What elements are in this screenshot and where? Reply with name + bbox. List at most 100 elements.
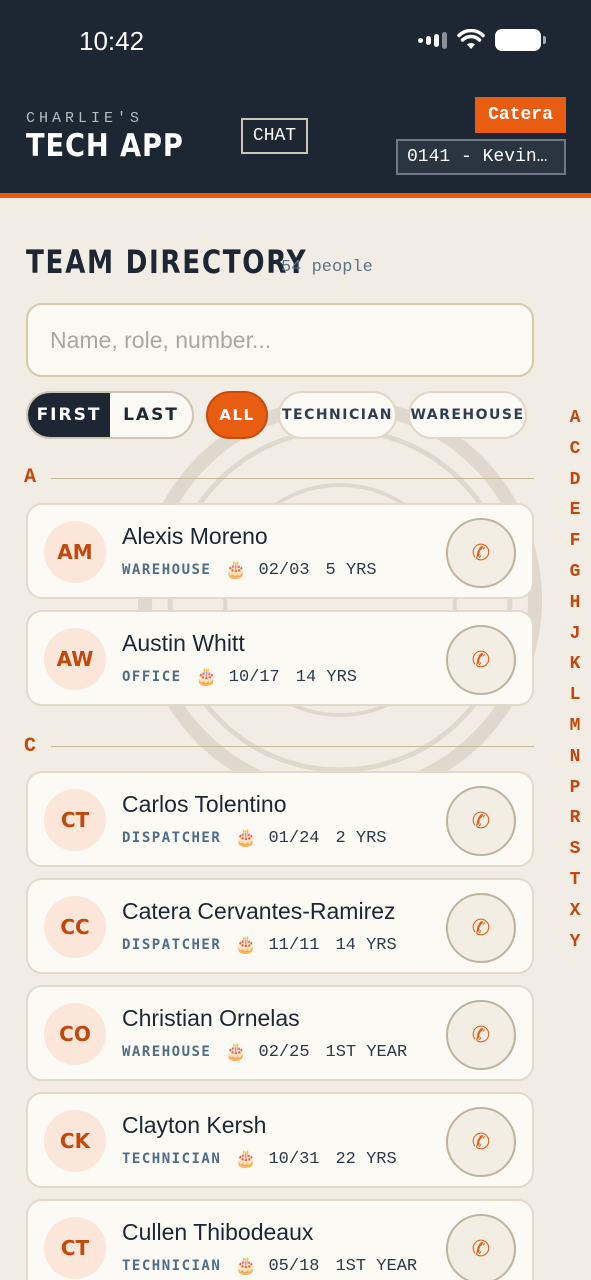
- chat-button[interactable]: CHAT: [241, 118, 308, 154]
- brand-title: TECH APP: [26, 128, 184, 164]
- avatar: CT: [44, 789, 106, 851]
- cellular-signal-icon: [418, 31, 447, 49]
- person-role: WAREHOUSE: [122, 1044, 212, 1060]
- alphabet-index: A C D E F G H J K L M N P R S T X Y: [566, 408, 584, 962]
- index-letter[interactable]: E: [566, 500, 584, 531]
- person-card[interactable]: CT Cullen Thibodeaux TECHNICIAN 🎂 05/18 …: [26, 1199, 534, 1280]
- avatar: AW: [44, 628, 106, 690]
- section-divider: [51, 746, 534, 747]
- page-title: TEAM DIRECTORY: [26, 243, 308, 281]
- brand-subtitle: CHARLIE'S: [26, 110, 144, 127]
- index-letter[interactable]: K: [566, 654, 584, 685]
- sort-first-button[interactable]: FIRST: [28, 393, 110, 437]
- index-letter[interactable]: Y: [566, 932, 584, 963]
- index-letter[interactable]: H: [566, 593, 584, 624]
- person-name: Austin Whitt: [122, 630, 245, 656]
- phone-icon[interactable]: ✆: [446, 1107, 516, 1177]
- person-name: Cullen Thibodeaux: [122, 1219, 314, 1245]
- index-letter[interactable]: L: [566, 685, 584, 716]
- person-birthday: 10/17: [228, 667, 280, 687]
- search-input[interactable]: [26, 303, 534, 377]
- person-birthday: 02/03: [258, 560, 310, 580]
- person-meta: OFFICE 🎂 10/17 14 YRS: [122, 667, 357, 687]
- person-role: OFFICE: [122, 669, 182, 685]
- person-tenure: 5 YRS: [325, 560, 377, 580]
- battery-icon: [495, 29, 546, 51]
- filter-technician-chip[interactable]: TECHNICIAN: [278, 391, 397, 439]
- person-card[interactable]: AW Austin Whitt OFFICE 🎂 10/17 14 YRS ✆: [26, 610, 534, 706]
- person-meta: TECHNICIAN 🎂 05/18 1ST YEAR: [122, 1256, 417, 1276]
- phone-icon[interactable]: ✆: [446, 893, 516, 963]
- person-meta: WAREHOUSE 🎂 02/03 5 YRS: [122, 560, 377, 580]
- store-selector[interactable]: 0141 - Kevin…: [396, 139, 566, 175]
- filter-warehouse-chip[interactable]: WAREHOUSE: [408, 391, 527, 439]
- avatar: AM: [44, 521, 106, 583]
- phone-icon[interactable]: ✆: [446, 625, 516, 695]
- sort-toggle: FIRST LAST: [26, 391, 194, 439]
- person-birthday: 10/31: [268, 1149, 320, 1169]
- person-birthday: 05/18: [268, 1256, 320, 1276]
- person-tenure: 14 YRS: [295, 667, 357, 687]
- avatar: CT: [44, 1217, 106, 1279]
- person-name: Carlos Tolentino: [122, 791, 287, 817]
- authentic-stamp-watermark: [138, 398, 542, 802]
- index-letter[interactable]: X: [566, 901, 584, 932]
- cake-icon: 🎂: [225, 1042, 247, 1061]
- index-letter[interactable]: N: [566, 747, 584, 778]
- phone-icon[interactable]: ✆: [446, 1000, 516, 1070]
- phone-icon[interactable]: ✆: [446, 1214, 516, 1280]
- cake-icon: 🎂: [235, 1149, 257, 1168]
- person-tenure: 14 YRS: [335, 935, 397, 955]
- filter-all-chip[interactable]: ALL: [206, 391, 268, 439]
- index-letter[interactable]: F: [566, 531, 584, 562]
- person-birthday: 11/11: [268, 935, 320, 955]
- index-letter[interactable]: C: [566, 439, 584, 470]
- status-time: 10:42: [79, 26, 145, 56]
- index-letter[interactable]: D: [566, 470, 584, 501]
- person-card[interactable]: AM Alexis Moreno WAREHOUSE 🎂 02/03 5 YRS…: [26, 503, 534, 599]
- phone-icon[interactable]: ✆: [446, 518, 516, 588]
- person-name: Catera Cervantes-Ramirez: [122, 898, 396, 924]
- index-letter[interactable]: M: [566, 716, 584, 747]
- header-accent-line: [0, 193, 591, 198]
- person-role: WAREHOUSE: [122, 562, 212, 578]
- index-letter[interactable]: R: [566, 808, 584, 839]
- index-letter[interactable]: G: [566, 562, 584, 593]
- cake-icon: 🎂: [225, 560, 247, 579]
- person-meta: WAREHOUSE 🎂 02/25 1ST YEAR: [122, 1042, 407, 1062]
- person-tenure: 22 YRS: [335, 1149, 397, 1169]
- status-icons: [418, 28, 546, 52]
- app-header: 10:42 CHARLIE'S TECH APP CHAT Catera 014…: [0, 0, 591, 193]
- cake-icon: 🎂: [235, 1256, 257, 1275]
- person-role: TECHNICIAN: [122, 1151, 222, 1167]
- people-count: 54 people: [281, 258, 373, 277]
- person-meta: DISPATCHER 🎂 01/24 2 YRS: [122, 828, 387, 848]
- phone-icon[interactable]: ✆: [446, 786, 516, 856]
- avatar: CC: [44, 896, 106, 958]
- person-card[interactable]: CC Catera Cervantes-Ramirez DISPATCHER 🎂…: [26, 878, 534, 974]
- person-role: DISPATCHER: [122, 937, 222, 953]
- avatar: CO: [44, 1003, 106, 1065]
- section-header-c: C: [24, 735, 37, 758]
- person-tenure: 1ST YEAR: [335, 1256, 418, 1276]
- section-header-a: A: [24, 466, 37, 489]
- cake-icon: 🎂: [235, 935, 257, 954]
- sort-last-button[interactable]: LAST: [110, 393, 192, 437]
- index-letter[interactable]: A: [566, 408, 584, 439]
- user-button[interactable]: Catera: [475, 97, 566, 133]
- cake-icon: 🎂: [235, 828, 257, 847]
- person-card[interactable]: CO Christian Ornelas WAREHOUSE 🎂 02/25 1…: [26, 985, 534, 1081]
- person-card[interactable]: CT Carlos Tolentino DISPATCHER 🎂 01/24 2…: [26, 771, 534, 867]
- person-name: Clayton Kersh: [122, 1112, 267, 1138]
- section-divider: [51, 478, 534, 479]
- person-tenure: 1ST YEAR: [325, 1042, 408, 1062]
- index-letter[interactable]: P: [566, 778, 584, 809]
- person-card[interactable]: CK Clayton Kersh TECHNICIAN 🎂 10/31 22 Y…: [26, 1092, 534, 1188]
- index-letter[interactable]: T: [566, 870, 584, 901]
- person-name: Alexis Moreno: [122, 523, 268, 549]
- index-letter[interactable]: S: [566, 839, 584, 870]
- index-letter[interactable]: J: [566, 624, 584, 655]
- person-tenure: 2 YRS: [335, 828, 387, 848]
- person-meta: DISPATCHER 🎂 11/11 14 YRS: [122, 935, 397, 955]
- person-birthday: 02/25: [258, 1042, 310, 1062]
